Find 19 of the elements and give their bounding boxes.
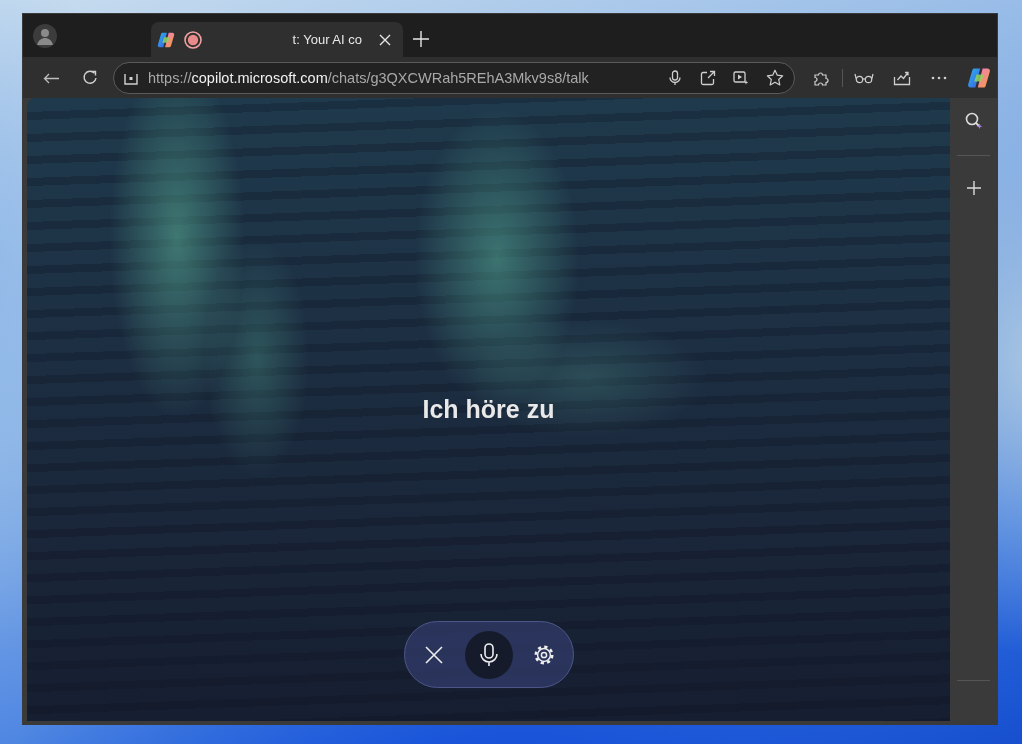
browser-tab[interactable]: t: Your AI co (151, 22, 403, 57)
favorite-star-icon[interactable] (766, 68, 784, 87)
url-text[interactable]: https://copilot.microsoft.com/chats/g3QXCWRah5REhA3Mkv9s8/talk (148, 69, 589, 86)
new-tab-button[interactable] (413, 31, 429, 47)
video-play-icon[interactable] (733, 69, 749, 86)
share-arrow-icon[interactable] (700, 69, 716, 86)
settings-icon (532, 643, 555, 666)
plus-icon (413, 31, 429, 47)
add-icon[interactable] (965, 180, 982, 196)
refresh-icon (82, 69, 98, 86)
profile-avatar-icon[interactable] (33, 23, 57, 48)
close-icon (379, 33, 391, 46)
status-text: Ich höre zu (422, 395, 555, 424)
copilot-logo-icon[interactable] (967, 65, 991, 90)
address-bar[interactable]: https://copilot.microsoft.com/chats/g3QXCWRah5REhA3Mkv9s8/talk (113, 61, 795, 94)
copilot-logo-icon (157, 30, 175, 49)
search-icon[interactable] (963, 111, 984, 131)
close-icon (423, 644, 444, 665)
microphone-icon[interactable] (667, 69, 683, 86)
